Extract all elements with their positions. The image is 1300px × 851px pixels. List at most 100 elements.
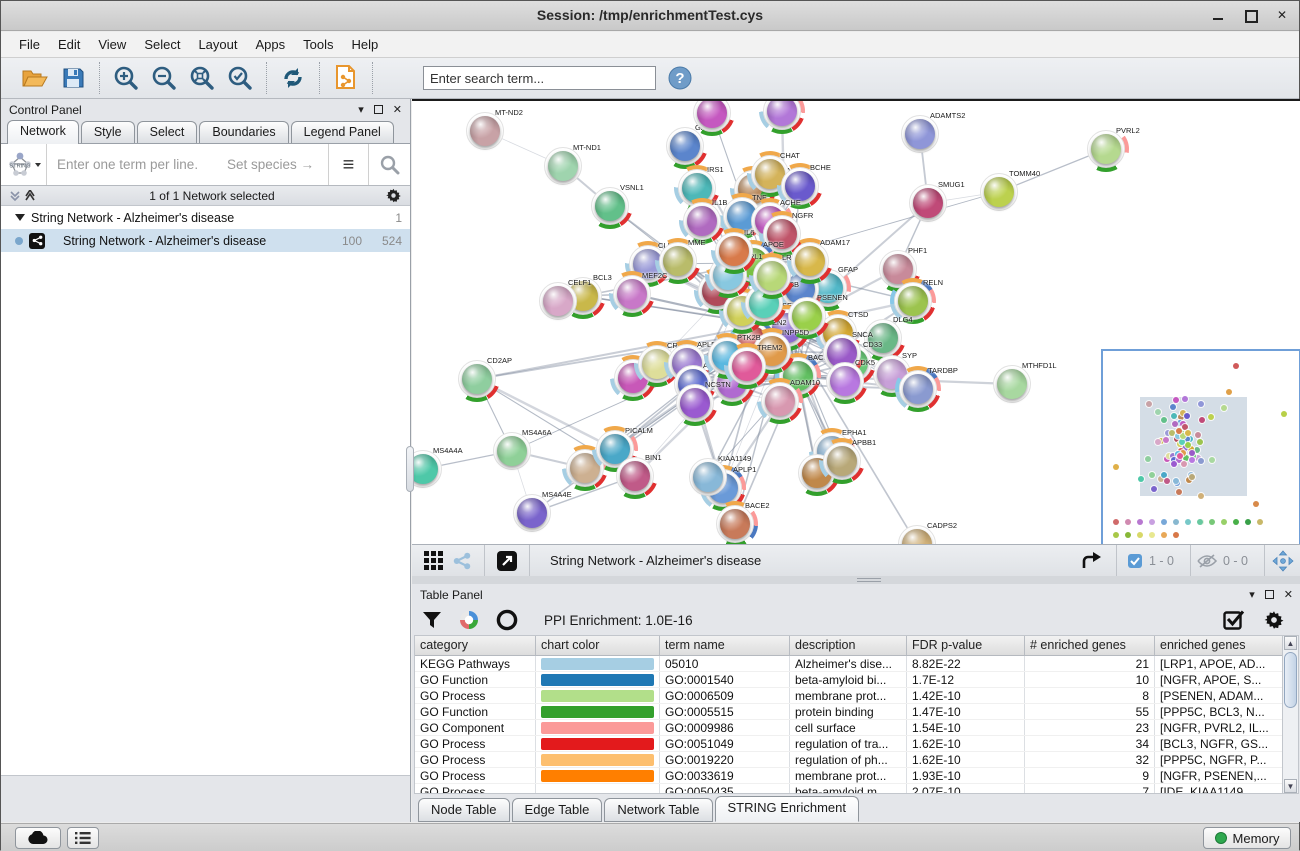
network-node-mthfd1l[interactable]: MTHFD1L <box>989 361 1035 407</box>
birds-eye-view[interactable] <box>1101 349 1300 544</box>
network-node-tardbp[interactable]: TARDBP <box>895 366 941 412</box>
network-node-vsnl1[interactable]: VSNL1 <box>587 183 633 229</box>
network-node-adam17[interactable]: ADAM17 <box>787 238 833 284</box>
help-icon[interactable]: ? <box>666 64 694 92</box>
network-node-prnp[interactable]: PRNP <box>689 99 735 136</box>
grid-view-icon[interactable] <box>420 547 448 575</box>
close-icon[interactable]: ✕ <box>1275 8 1289 22</box>
network-node-bin1[interactable]: BIN1 <box>612 453 658 499</box>
column-header-description[interactable]: description <box>790 636 907 655</box>
panel-divider-handle[interactable] <box>406 446 414 492</box>
string-logo-icon[interactable]: STRING <box>1 144 47 185</box>
tab-node-table[interactable]: Node Table <box>418 798 510 822</box>
table-row[interactable]: GO FunctionGO:0005515protein binding1.47… <box>415 704 1282 720</box>
menu-item-layout[interactable]: Layout <box>190 34 245 55</box>
panel-menu-icon[interactable]: ▾ <box>358 103 364 116</box>
chart-donut-icon[interactable] <box>458 609 480 631</box>
network-node-ncstn[interactable]: NCSTN <box>672 380 718 426</box>
minimize-icon[interactable] <box>1211 8 1225 22</box>
menu-item-apps[interactable]: Apps <box>248 34 294 55</box>
tab-select[interactable]: Select <box>137 121 198 143</box>
title-bar[interactable]: Session: /tmp/enrichmentTest.cys ✕ <box>1 1 1299 31</box>
column-header-category[interactable]: category <box>415 636 536 655</box>
network-node-mapt[interactable]: MAPT <box>759 99 805 134</box>
horizontal-splitter[interactable] <box>412 576 1300 584</box>
tab-style[interactable]: Style <box>81 121 135 143</box>
table-row[interactable]: KEGG Pathways05010Alzheimer's dise...8.8… <box>415 656 1282 672</box>
float-panel-icon[interactable] <box>374 105 383 114</box>
network-node-smug1[interactable]: SMUG1 <box>905 180 951 226</box>
network-view[interactable]: MT-ND2MT-ND1VSNL1GAB2PRNPMAPTADAMTS2PVRL… <box>412 99 1300 544</box>
zoom-fit-icon[interactable] <box>188 64 216 92</box>
network-node-ms4a4a[interactable]: MS4A4A <box>412 446 446 492</box>
network-options-gear-icon[interactable] <box>385 187 402 204</box>
collapse-triangle-icon[interactable] <box>15 214 25 221</box>
string-options-icon[interactable]: ≡ <box>328 144 368 185</box>
cloud-button[interactable] <box>15 827 61 849</box>
table-row[interactable]: GO ProcessGO:0006509membrane prot...1.42… <box>415 688 1282 704</box>
column-header--enriched-genes[interactable]: # enriched genes <box>1025 636 1155 655</box>
search-input[interactable] <box>423 66 656 90</box>
table-panel-menu-icon[interactable]: ▾ <box>1249 588 1255 601</box>
network-file-icon[interactable] <box>332 64 360 92</box>
open-folder-icon[interactable] <box>21 64 49 92</box>
save-icon[interactable] <box>59 64 87 92</box>
scroll-up-icon[interactable]: ▲ <box>1284 636 1297 650</box>
network-node-cd2ap[interactable]: CD2AP <box>454 356 500 402</box>
string-input-placeholder[interactable]: Enter one term per line. <box>47 157 227 172</box>
tab-legend-panel[interactable]: Legend Panel <box>291 121 394 143</box>
share-network-icon[interactable] <box>448 547 476 575</box>
network-node-mt-nd1[interactable]: MT-ND1 <box>540 143 586 189</box>
table-row[interactable]: GO ProcessGO:0033619membrane prot...1.93… <box>415 768 1282 784</box>
enrichment-table[interactable]: categorychart colorterm namedescriptionF… <box>414 635 1282 794</box>
network-node-il6[interactable]: IL6 <box>711 228 757 274</box>
tab-edge-table[interactable]: Edge Table <box>512 798 603 822</box>
zoom-selected-icon[interactable] <box>226 64 254 92</box>
network-node-tomm40[interactable]: TOMM40 <box>976 169 1022 215</box>
table-row[interactable]: GO FunctionGO:0001540beta-amyloid bi...1… <box>415 672 1282 688</box>
open-in-window-icon[interactable] <box>493 547 521 575</box>
table-row[interactable]: GO ComponentGO:0009986cell surface1.54E-… <box>415 720 1282 736</box>
select-rows-icon[interactable] <box>1223 609 1245 631</box>
network-node-adamts2[interactable]: ADAMTS2 <box>897 111 943 157</box>
menu-item-tools[interactable]: Tools <box>295 34 341 55</box>
ring-chart-icon[interactable] <box>496 609 518 631</box>
column-header-enriched-genes[interactable]: enriched genes <box>1155 636 1282 655</box>
network-node-apbb1[interactable]: APBB1 <box>819 438 865 484</box>
zoom-out-icon[interactable] <box>150 64 178 92</box>
table-row[interactable]: GO ProcessGO:0050435beta-amyloid m...2.0… <box>415 784 1282 794</box>
tab-network-table[interactable]: Network Table <box>604 798 712 822</box>
maximize-icon[interactable] <box>1243 8 1257 22</box>
network-node-ms4a6a[interactable]: MS4A6A <box>489 428 535 474</box>
table-row[interactable]: GO ProcessGO:0051049regulation of tra...… <box>415 736 1282 752</box>
network-node-trem2[interactable]: TREM2 <box>724 343 770 389</box>
menu-item-view[interactable]: View <box>90 34 134 55</box>
network-collection-row[interactable]: String Network - Alzheimer's disease 1 <box>1 206 410 229</box>
network-node-kiaa1149[interactable]: KIAA1149 <box>685 454 731 500</box>
close-panel-icon[interactable]: ✕ <box>393 103 402 116</box>
table-close-icon[interactable]: ✕ <box>1284 588 1293 601</box>
network-node-bace2[interactable]: BACE2 <box>712 501 758 544</box>
table-scrollbar[interactable]: ▲ ▼ <box>1282 635 1299 794</box>
column-header-fdr-p-value[interactable]: FDR p-value <box>907 636 1025 655</box>
network-node-cdk5[interactable]: CDK5 <box>822 358 868 404</box>
pan-move-icon[interactable] <box>1269 547 1297 575</box>
network-node-celf1[interactable]: CELF1 <box>535 278 581 324</box>
memory-button[interactable]: Memory <box>1203 827 1291 849</box>
column-header-chart-color[interactable]: chart color <box>536 636 660 655</box>
refresh-icon[interactable] <box>279 64 307 92</box>
network-node-mef2c[interactable]: MEF2C <box>609 271 655 317</box>
menu-item-file[interactable]: File <box>11 34 48 55</box>
network-node-mt-nd2[interactable]: MT-ND2 <box>462 108 508 154</box>
menu-item-edit[interactable]: Edit <box>50 34 88 55</box>
menu-item-help[interactable]: Help <box>344 34 387 55</box>
scroll-down-icon[interactable]: ▼ <box>1284 779 1297 793</box>
filter-icon[interactable] <box>422 610 442 630</box>
collapse-expand-icons[interactable] <box>9 190 39 202</box>
tab-string-enrichment[interactable]: STRING Enrichment <box>715 796 859 822</box>
network-node-ms4a4e[interactable]: MS4A4E <box>509 490 555 536</box>
table-row[interactable]: GO ProcessGO:0019220regulation of ph...1… <box>415 752 1282 768</box>
task-list-button[interactable] <box>67 827 99 849</box>
scroll-thumb[interactable] <box>1284 652 1297 708</box>
settings-gear-icon[interactable] <box>1263 609 1285 631</box>
